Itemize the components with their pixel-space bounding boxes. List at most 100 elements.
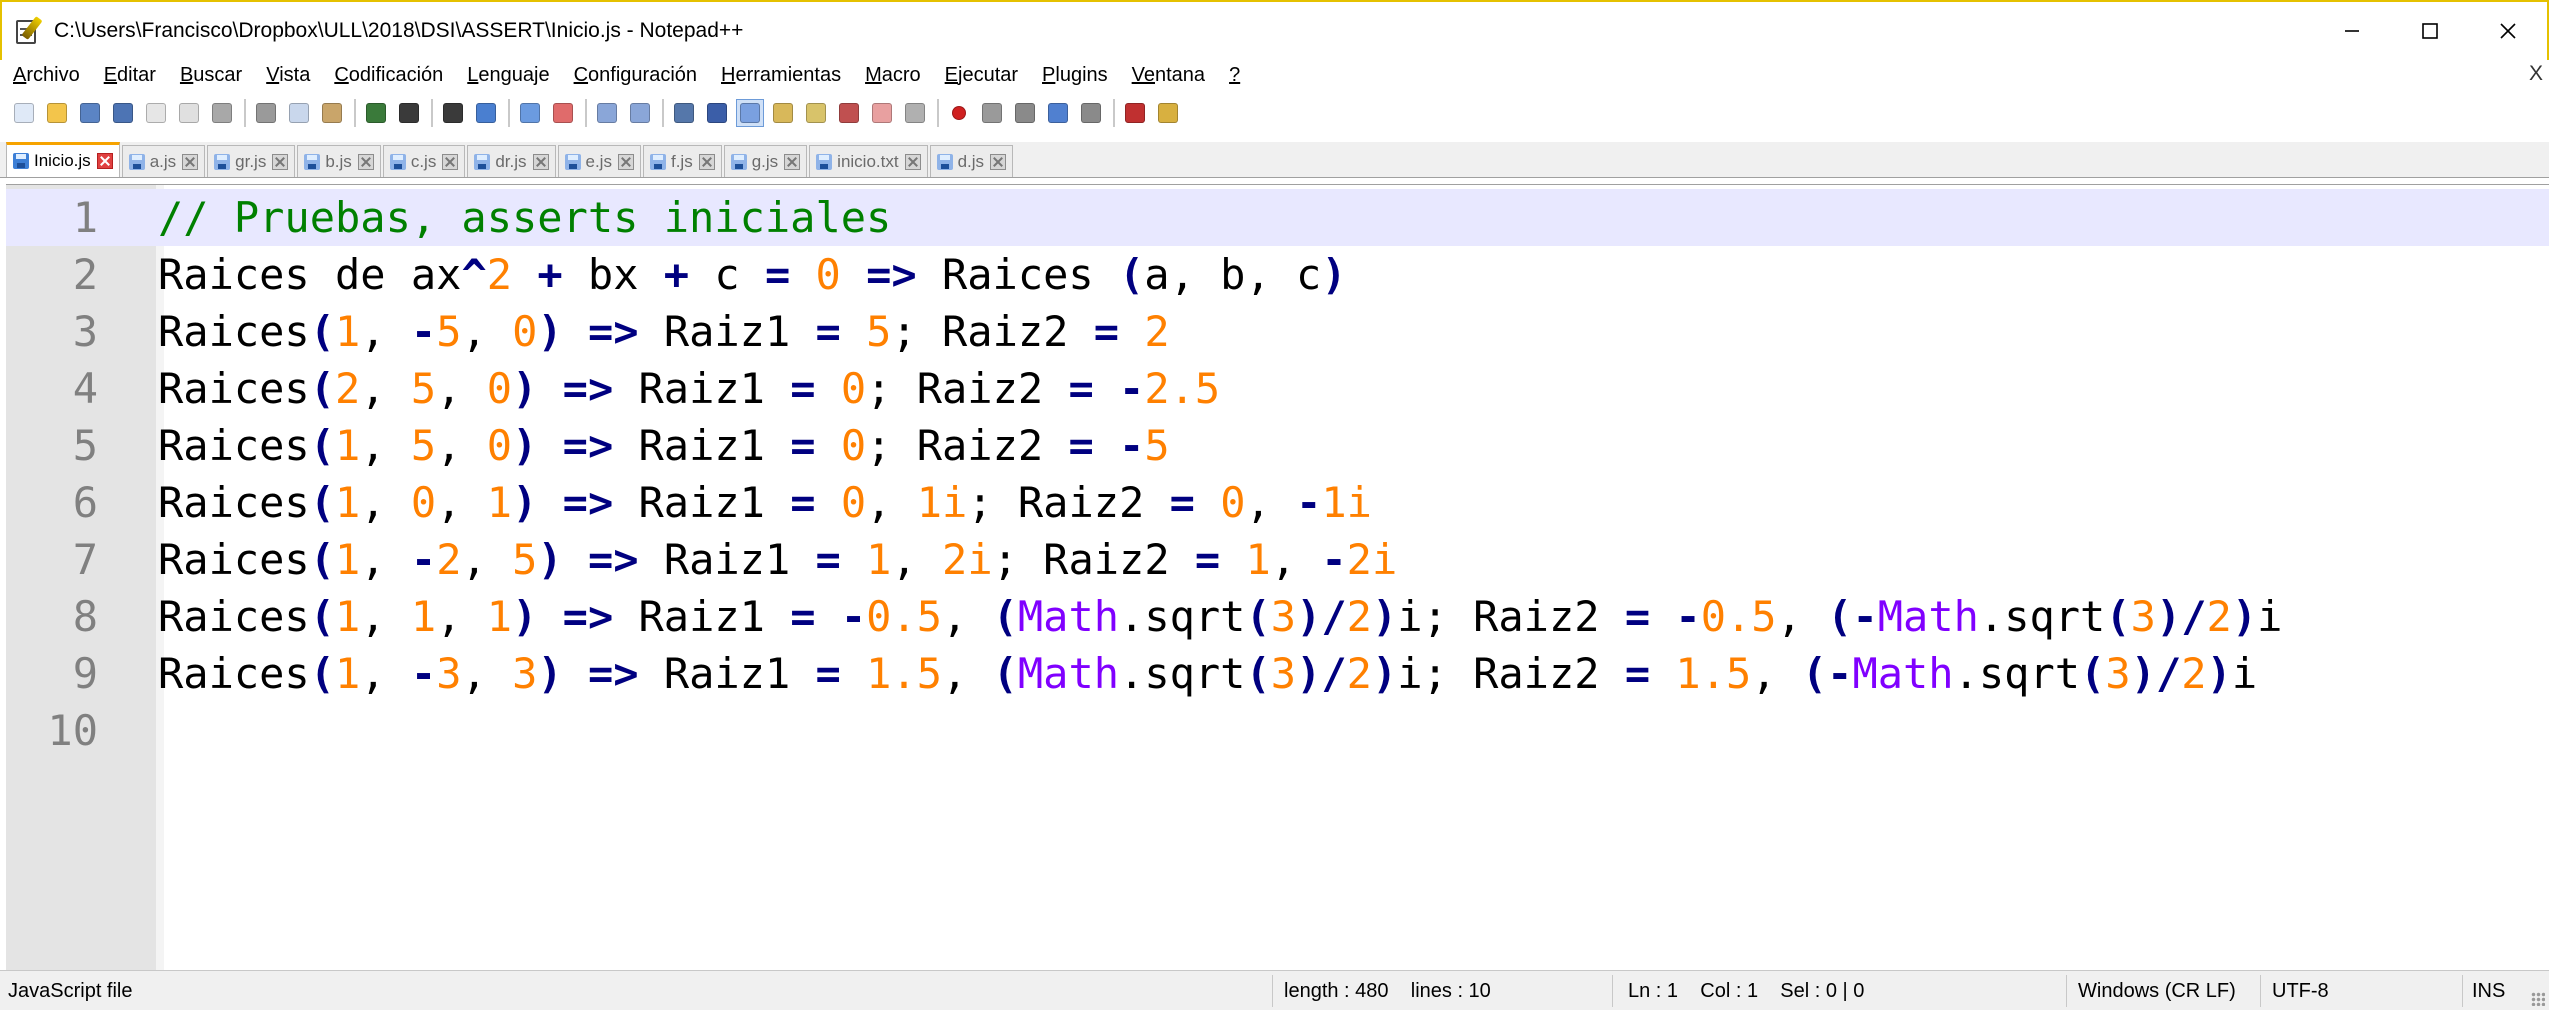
record-macro-button[interactable] bbox=[945, 99, 973, 127]
copy-icon bbox=[289, 103, 309, 123]
copy-button[interactable] bbox=[285, 99, 313, 127]
code-line[interactable]: 5 Raices(1, 5, 0) => Raiz1 = 0; Raiz2 = -… bbox=[6, 417, 2549, 474]
menu-item-label: ntana bbox=[1155, 63, 1206, 86]
code-line[interactable]: 7 Raices(1, -2, 5) => Raiz1 = 1, 2i; Raiz… bbox=[6, 531, 2549, 588]
maximize-button[interactable] bbox=[2391, 2, 2469, 60]
save-all-button[interactable] bbox=[109, 99, 137, 127]
close-document-button[interactable]: X bbox=[2529, 62, 2543, 86]
undo-button[interactable] bbox=[362, 99, 390, 127]
monitoring-button[interactable] bbox=[901, 99, 929, 127]
new-file-button[interactable] bbox=[10, 99, 38, 127]
menu-item[interactable]: Lenguaje bbox=[454, 64, 560, 87]
code-line[interactable]: 6 Raices(1, 0, 1) => Raiz1 = 0, 1i; Raiz2… bbox=[6, 474, 2549, 531]
close-button[interactable] bbox=[2469, 2, 2547, 60]
redo-button[interactable] bbox=[395, 99, 423, 127]
find-button[interactable] bbox=[439, 99, 467, 127]
close-tab-icon[interactable] bbox=[698, 153, 715, 170]
tab-gr-js[interactable]: gr.js bbox=[207, 145, 296, 177]
menu-item-label: ditar bbox=[117, 63, 156, 86]
menu-item[interactable]: Buscar bbox=[167, 64, 253, 87]
auto-spell-button[interactable] bbox=[1154, 99, 1182, 127]
tab-dr-js[interactable]: dr.js bbox=[467, 145, 556, 177]
close-all-button[interactable] bbox=[175, 99, 203, 127]
tab-e-js[interactable]: e.js bbox=[557, 145, 641, 177]
menu-item[interactable]: Codificación bbox=[321, 64, 454, 87]
print-button[interactable] bbox=[208, 99, 236, 127]
code-line[interactable]: 9 Raices(1, -3, 3) => Raiz1 = 1.5, (Math.… bbox=[6, 645, 2549, 702]
close-tab-icon[interactable] bbox=[182, 153, 199, 170]
show-all-chars-icon bbox=[707, 103, 727, 123]
code-text: Raices(1, 5, 0) => Raiz1 = 0; Raiz2 = -5 bbox=[158, 421, 1170, 470]
code-line[interactable]: 1 // Pruebas, asserts iniciales bbox=[6, 189, 2549, 246]
save-all-icon bbox=[113, 103, 133, 123]
spell-check-button[interactable] bbox=[1121, 99, 1149, 127]
tab-a-js[interactable]: a.js bbox=[121, 145, 206, 177]
close-tab-icon[interactable] bbox=[357, 153, 374, 170]
replace-button[interactable] bbox=[472, 99, 500, 127]
menu-item[interactable]: ? bbox=[1216, 64, 1251, 87]
open-file-button[interactable] bbox=[43, 99, 71, 127]
run-macro-multiple-button[interactable] bbox=[1044, 99, 1072, 127]
status-encoding: UTF-8 bbox=[2272, 979, 2329, 1002]
close-tab-icon[interactable] bbox=[272, 153, 289, 170]
menu-item[interactable]: Vista bbox=[253, 64, 321, 87]
code-line[interactable]: 4 Raices(2, 5, 0) => Raiz1 = 0; Raiz2 = -… bbox=[6, 360, 2549, 417]
menu-item-label: rchivo bbox=[26, 63, 80, 86]
save-button[interactable] bbox=[76, 99, 104, 127]
stop-record-button[interactable] bbox=[978, 99, 1006, 127]
code-line[interactable]: 8 Raices(1, 1, 1) => Raiz1 = -0.5, (Math.… bbox=[6, 588, 2549, 645]
close-button[interactable] bbox=[142, 99, 170, 127]
editor-pane[interactable]: 1 // Pruebas, asserts iniciales 2 Raices de… bbox=[6, 184, 2549, 971]
menu-item[interactable]: Ventana bbox=[1119, 64, 1216, 87]
tab-b-js[interactable]: b.js bbox=[297, 145, 381, 177]
tab-inicio-js[interactable]: Inicio.js bbox=[6, 142, 120, 177]
zoom-in-button[interactable] bbox=[516, 99, 544, 127]
tab-label: d.js bbox=[957, 151, 985, 171]
doc-map-button[interactable] bbox=[802, 99, 830, 127]
resize-grip-icon[interactable] bbox=[2531, 992, 2545, 1006]
save-macro-button[interactable] bbox=[1077, 99, 1105, 127]
word-wrap-button[interactable] bbox=[670, 99, 698, 127]
tab-f-js[interactable]: f.js bbox=[642, 145, 722, 177]
folder-workspace-button[interactable] bbox=[868, 99, 896, 127]
menu-item[interactable]: Herramientas bbox=[708, 64, 852, 87]
paste-icon bbox=[322, 103, 342, 123]
menu-item[interactable]: Plugins bbox=[1029, 64, 1119, 87]
menu-item-accelerator: Ve bbox=[1131, 63, 1155, 86]
play-macro-icon bbox=[1015, 103, 1035, 123]
user-language-button[interactable] bbox=[769, 99, 797, 127]
indent-guide-button[interactable] bbox=[736, 99, 764, 127]
sync-vertical-button[interactable] bbox=[593, 99, 621, 127]
close-tab-icon[interactable] bbox=[990, 153, 1007, 170]
close-tab-icon[interactable] bbox=[617, 153, 634, 170]
code-line[interactable]: 3 Raices(1, -5, 0) => Raiz1 = 5; Raiz2 = … bbox=[6, 303, 2549, 360]
function-list-button[interactable] bbox=[835, 99, 863, 127]
close-tab-icon[interactable] bbox=[784, 153, 801, 170]
status-file-type: JavaScript file bbox=[8, 979, 133, 1002]
paste-button[interactable] bbox=[318, 99, 346, 127]
tab-d-js[interactable]: d.js bbox=[929, 145, 1014, 177]
close-tab-icon[interactable] bbox=[96, 153, 113, 169]
show-all-chars-button[interactable] bbox=[703, 99, 731, 127]
play-macro-button[interactable] bbox=[1011, 99, 1039, 127]
menu-item-accelerator: C bbox=[573, 63, 589, 86]
save-icon bbox=[13, 153, 29, 169]
tab-inicio-txt[interactable]: inicio.txt bbox=[809, 145, 928, 177]
minimize-button[interactable] bbox=[2313, 2, 2391, 60]
menu-item[interactable]: Archivo bbox=[0, 64, 91, 87]
code-line[interactable]: 2 Raices de ax^2 + bx + c = 0 => Raices (… bbox=[6, 246, 2549, 303]
close-tab-icon[interactable] bbox=[904, 153, 921, 170]
zoom-out-button[interactable] bbox=[549, 99, 577, 127]
code-line[interactable]: 10 bbox=[6, 702, 2549, 759]
close-tab-icon[interactable] bbox=[442, 153, 459, 170]
menu-item[interactable]: Macro bbox=[852, 64, 932, 87]
menu-item[interactable]: Configuración bbox=[561, 64, 708, 87]
sync-horizontal-button[interactable] bbox=[626, 99, 654, 127]
menu-item-label: ista bbox=[279, 63, 311, 86]
menu-item[interactable]: Editar bbox=[91, 64, 167, 87]
tab-c-js[interactable]: c.js bbox=[382, 145, 466, 177]
menu-item[interactable]: Ejecutar bbox=[932, 64, 1029, 87]
close-tab-icon[interactable] bbox=[532, 153, 549, 170]
cut-button[interactable] bbox=[252, 99, 280, 127]
tab-g-js[interactable]: g.js bbox=[723, 145, 808, 177]
